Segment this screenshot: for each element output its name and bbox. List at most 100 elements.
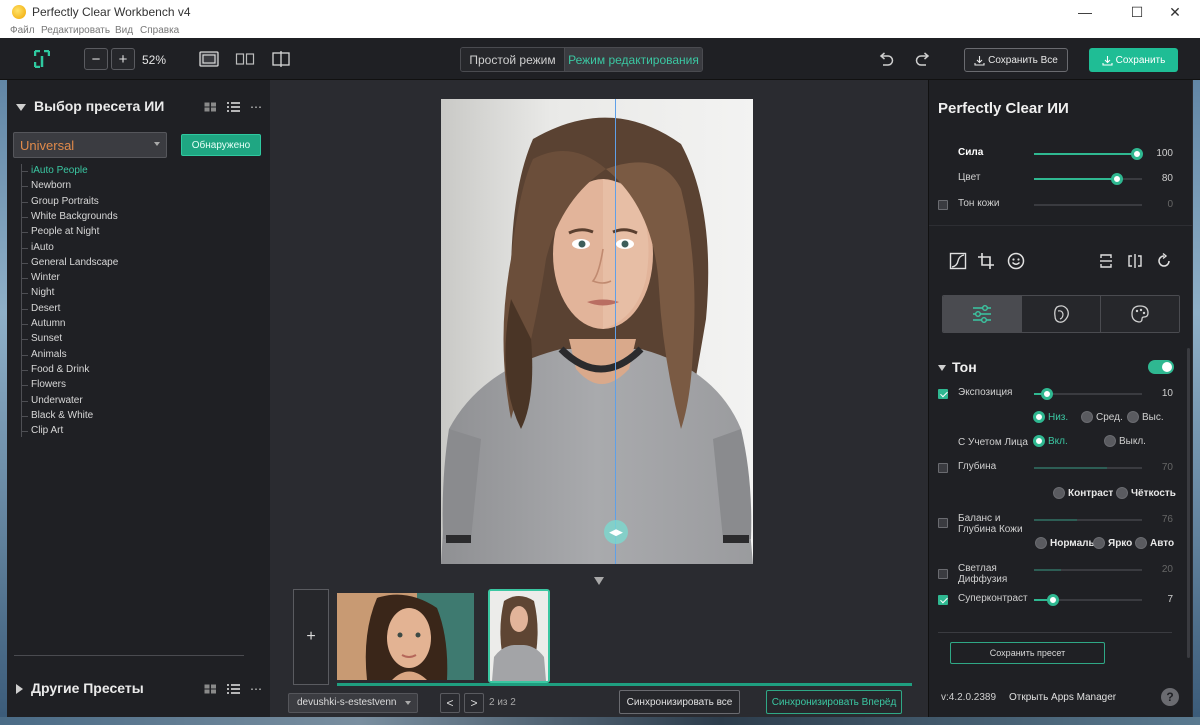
redo-icon[interactable] xyxy=(914,51,932,69)
detected-button[interactable]: Обнаружено xyxy=(181,134,261,156)
depth-label: Глубина xyxy=(958,461,997,472)
tab-face[interactable] xyxy=(1022,296,1101,332)
undo-icon[interactable] xyxy=(877,51,895,69)
menu-file[interactable]: Файл xyxy=(10,25,35,36)
slider-knob[interactable] xyxy=(1130,148,1143,160)
split-handle-icon[interactable]: ◀▶ xyxy=(604,520,628,544)
next-image-button[interactable]: > xyxy=(464,693,484,713)
flip-vertical-icon[interactable] xyxy=(1097,252,1115,270)
more-options-icon[interactable]: ⋯ xyxy=(250,682,262,696)
skin-bright-radio[interactable]: Ярко xyxy=(1093,537,1132,549)
skin-balance-slider[interactable] xyxy=(1034,519,1142,521)
supercontrast-checkbox[interactable] xyxy=(938,595,948,605)
more-options-icon[interactable]: ⋯ xyxy=(250,100,262,114)
ai-slider[interactable] xyxy=(1034,148,1143,160)
exposure-slider[interactable] xyxy=(1034,388,1142,400)
help-icon[interactable]: ? xyxy=(1161,688,1179,706)
ai-slider[interactable] xyxy=(1034,204,1142,206)
diffusion-checkbox[interactable] xyxy=(938,569,948,579)
depth-clarity-radio[interactable]: Чёткость xyxy=(1116,487,1176,499)
tone-toggle[interactable] xyxy=(1148,360,1174,374)
save-all-button[interactable]: Сохранить Все xyxy=(964,48,1068,72)
sync-forward-button[interactable]: Синхронизировать Вперёд xyxy=(766,690,902,714)
ai-panel-title: Perfectly Clear ИИ xyxy=(938,100,1069,117)
exposure-checkbox[interactable] xyxy=(938,389,948,399)
portrait-illustration xyxy=(441,99,753,564)
other-presets-header[interactable]: Другие Пресеты xyxy=(16,680,144,696)
main-photo-image[interactable] xyxy=(441,99,753,564)
supercontrast-slider[interactable] xyxy=(1034,594,1142,606)
panel-scrollbar[interactable] xyxy=(1187,348,1190,658)
exposure-mid-radio[interactable]: Сред. xyxy=(1081,411,1123,423)
file-name-dropdown[interactable]: devushki-s-estestvennoj xyxy=(288,693,418,713)
tab-sliders[interactable] xyxy=(943,296,1022,332)
skin-balance-checkbox[interactable] xyxy=(938,518,948,528)
menu-edit[interactable]: Редактировать xyxy=(41,25,110,36)
desktop-background xyxy=(0,717,1200,725)
collapse-caret-icon xyxy=(938,365,946,372)
menu-view[interactable]: Вид xyxy=(115,25,133,36)
curves-icon[interactable] xyxy=(949,252,967,270)
preset-section-header[interactable]: Выбор пресета ИИ xyxy=(16,98,164,114)
zoom-out-button[interactable]: − xyxy=(84,48,108,70)
ai-slider[interactable] xyxy=(1034,173,1142,185)
preset-view-controls: ⋯ xyxy=(204,100,262,114)
preset-dropdown[interactable]: Universal xyxy=(13,132,167,158)
exposure-high-radio[interactable]: Выс. xyxy=(1127,411,1164,423)
tone-section-header[interactable]: Тон xyxy=(938,359,977,375)
main-toolbar: − + 52% Простой режим Режим редактирован… xyxy=(0,38,1200,80)
menu-help[interactable]: Справка xyxy=(140,25,179,36)
list-view-icon[interactable] xyxy=(227,684,240,694)
zoom-level: 52% xyxy=(142,53,167,67)
split-view-icon[interactable] xyxy=(271,51,291,67)
skin-balance-row: Баланс и Глубина Кожи 76 xyxy=(929,510,1193,536)
other-presets-title: Другие Пресеты xyxy=(31,680,144,696)
other-presets-view-controls: ⋯ xyxy=(204,682,262,696)
preset-item-label: Underwater xyxy=(31,394,83,406)
list-view-icon[interactable] xyxy=(227,102,240,112)
grid-view-icon[interactable] xyxy=(204,684,217,694)
skin-auto-radio[interactable]: Авто xyxy=(1135,537,1174,549)
rotate-icon[interactable] xyxy=(1155,252,1173,270)
minimize-button[interactable]: — xyxy=(1062,0,1108,24)
slider-checkbox[interactable] xyxy=(938,200,948,210)
tab-creative[interactable] xyxy=(1101,296,1179,332)
slider-knob[interactable] xyxy=(1040,388,1053,400)
depth-contrast-radio[interactable]: Контраст xyxy=(1053,487,1113,499)
face-aware-off-radio[interactable]: Выкл. xyxy=(1104,435,1146,447)
edit-mode-tab[interactable]: Режим редактирования xyxy=(565,48,702,71)
slider-knob[interactable] xyxy=(1111,173,1124,185)
filmstrip-scrollbar[interactable] xyxy=(337,683,912,686)
skin-normal-radio[interactable]: Нормаль xyxy=(1035,537,1095,549)
prev-image-button[interactable]: < xyxy=(440,693,460,713)
add-image-button[interactable]: + xyxy=(293,589,329,685)
flip-horizontal-icon[interactable] xyxy=(1126,252,1144,270)
exposure-low-radio[interactable]: Низ. xyxy=(1033,411,1068,423)
simple-mode-tab[interactable]: Простой режим xyxy=(461,48,565,71)
thumbnail-2-selected[interactable] xyxy=(488,589,550,683)
face-aware-on-radio[interactable]: Вкл. xyxy=(1033,435,1068,447)
single-view-icon[interactable] xyxy=(199,51,219,67)
depth-checkbox[interactable] xyxy=(938,463,948,473)
split-divider-line[interactable] xyxy=(615,99,616,564)
slider-label: Тон кожи xyxy=(958,198,1000,209)
open-apps-manager-link[interactable]: Открыть Apps Manager xyxy=(1009,692,1116,703)
grid-view-icon[interactable] xyxy=(204,102,217,112)
side-by-side-view-icon[interactable] xyxy=(235,51,255,67)
face-icon[interactable] xyxy=(1007,252,1025,270)
crop-icon[interactable] xyxy=(977,252,995,270)
preset-item-label: Flowers xyxy=(31,379,67,391)
zoom-in-button[interactable]: + xyxy=(111,48,135,70)
depth-slider[interactable] xyxy=(1034,467,1142,469)
ai-slider-row: Цвет 80 xyxy=(929,169,1193,189)
thumbnail-1[interactable] xyxy=(337,593,474,680)
mode-switch: Простой режим Режим редактирования xyxy=(460,47,703,72)
slider-knob[interactable] xyxy=(1047,594,1060,606)
save-button[interactable]: Сохранить xyxy=(1089,48,1178,72)
save-preset-button[interactable]: Сохранить пресет xyxy=(950,642,1105,664)
close-button[interactable]: ✕ xyxy=(1152,0,1198,24)
diffusion-slider[interactable] xyxy=(1034,569,1142,571)
sync-all-button[interactable]: Синхронизировать все xyxy=(619,690,740,714)
filmstrip-toggle-icon[interactable] xyxy=(594,577,604,585)
preset-item-label: Desert xyxy=(31,302,61,314)
